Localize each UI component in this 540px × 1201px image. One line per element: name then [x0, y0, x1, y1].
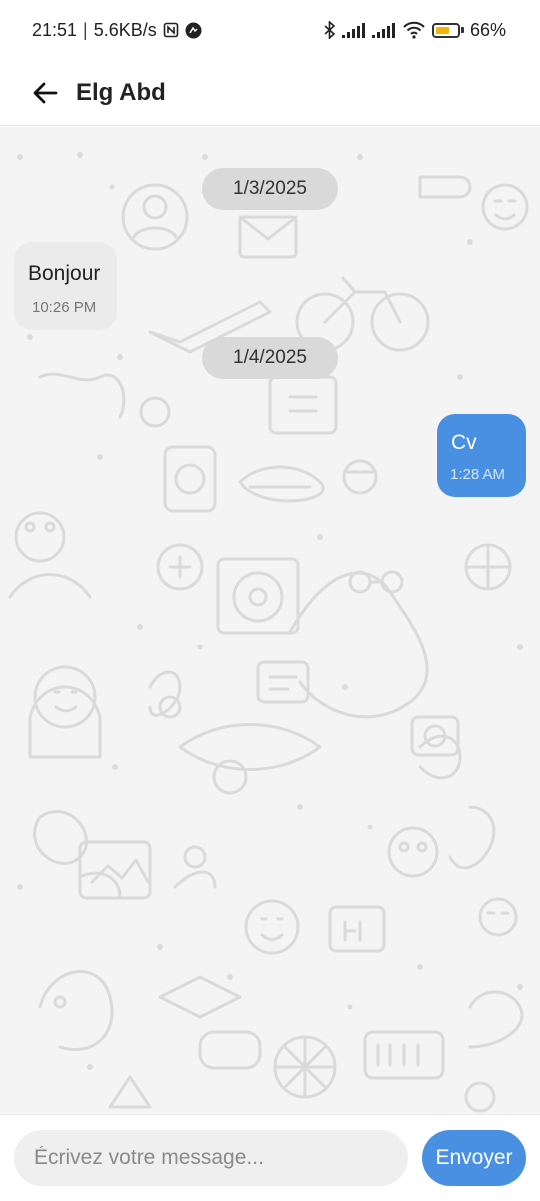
app-notification-icon — [185, 22, 202, 39]
status-bar-right: 66% — [324, 20, 506, 41]
battery-level-fill — [435, 26, 450, 34]
contact-name: Elg Abd — [76, 78, 166, 106]
wifi-icon — [402, 21, 426, 39]
message-input[interactable] — [14, 1130, 408, 1186]
message-timestamp: 1:28 AM — [450, 466, 506, 483]
battery-icon — [431, 22, 464, 38]
message-composer: Envoyer — [0, 1114, 540, 1201]
status-bar-left: 21:51 | 5.6KB/s — [32, 20, 202, 41]
bluetooth-icon — [324, 21, 336, 39]
back-button[interactable] — [28, 76, 62, 110]
signal-icon — [341, 22, 366, 38]
network-speed: 5.6KB/s — [93, 19, 157, 40]
chat-messages-area[interactable]: 1/3/2025 Bonjour 10:26 PM 1/4/2025 Cv 1:… — [0, 127, 540, 1114]
arrow-left-icon — [33, 82, 58, 103]
battery-percent: 66% — [469, 19, 506, 40]
message-text: Cv — [451, 431, 477, 454]
nfc-icon — [163, 22, 179, 38]
chat-header: Elg Abd — [0, 60, 540, 126]
message-timestamp: 10:26 PM — [32, 299, 97, 316]
status-separator: | — [83, 19, 88, 40]
send-button[interactable]: Envoyer — [422, 1130, 526, 1186]
incoming-message-bubble[interactable]: Bonjour 10:26 PM — [14, 242, 117, 330]
date-separator: 1/4/2025 — [202, 337, 338, 379]
date-separator: 1/3/2025 — [202, 168, 338, 210]
signal-icon — [371, 22, 396, 38]
outgoing-message-bubble[interactable]: Cv 1:28 AM — [437, 414, 526, 497]
status-bar: 21:51 | 5.6KB/s 66% — [0, 0, 540, 60]
status-time: 21:51 — [32, 19, 78, 40]
message-text: Bonjour — [28, 262, 101, 285]
